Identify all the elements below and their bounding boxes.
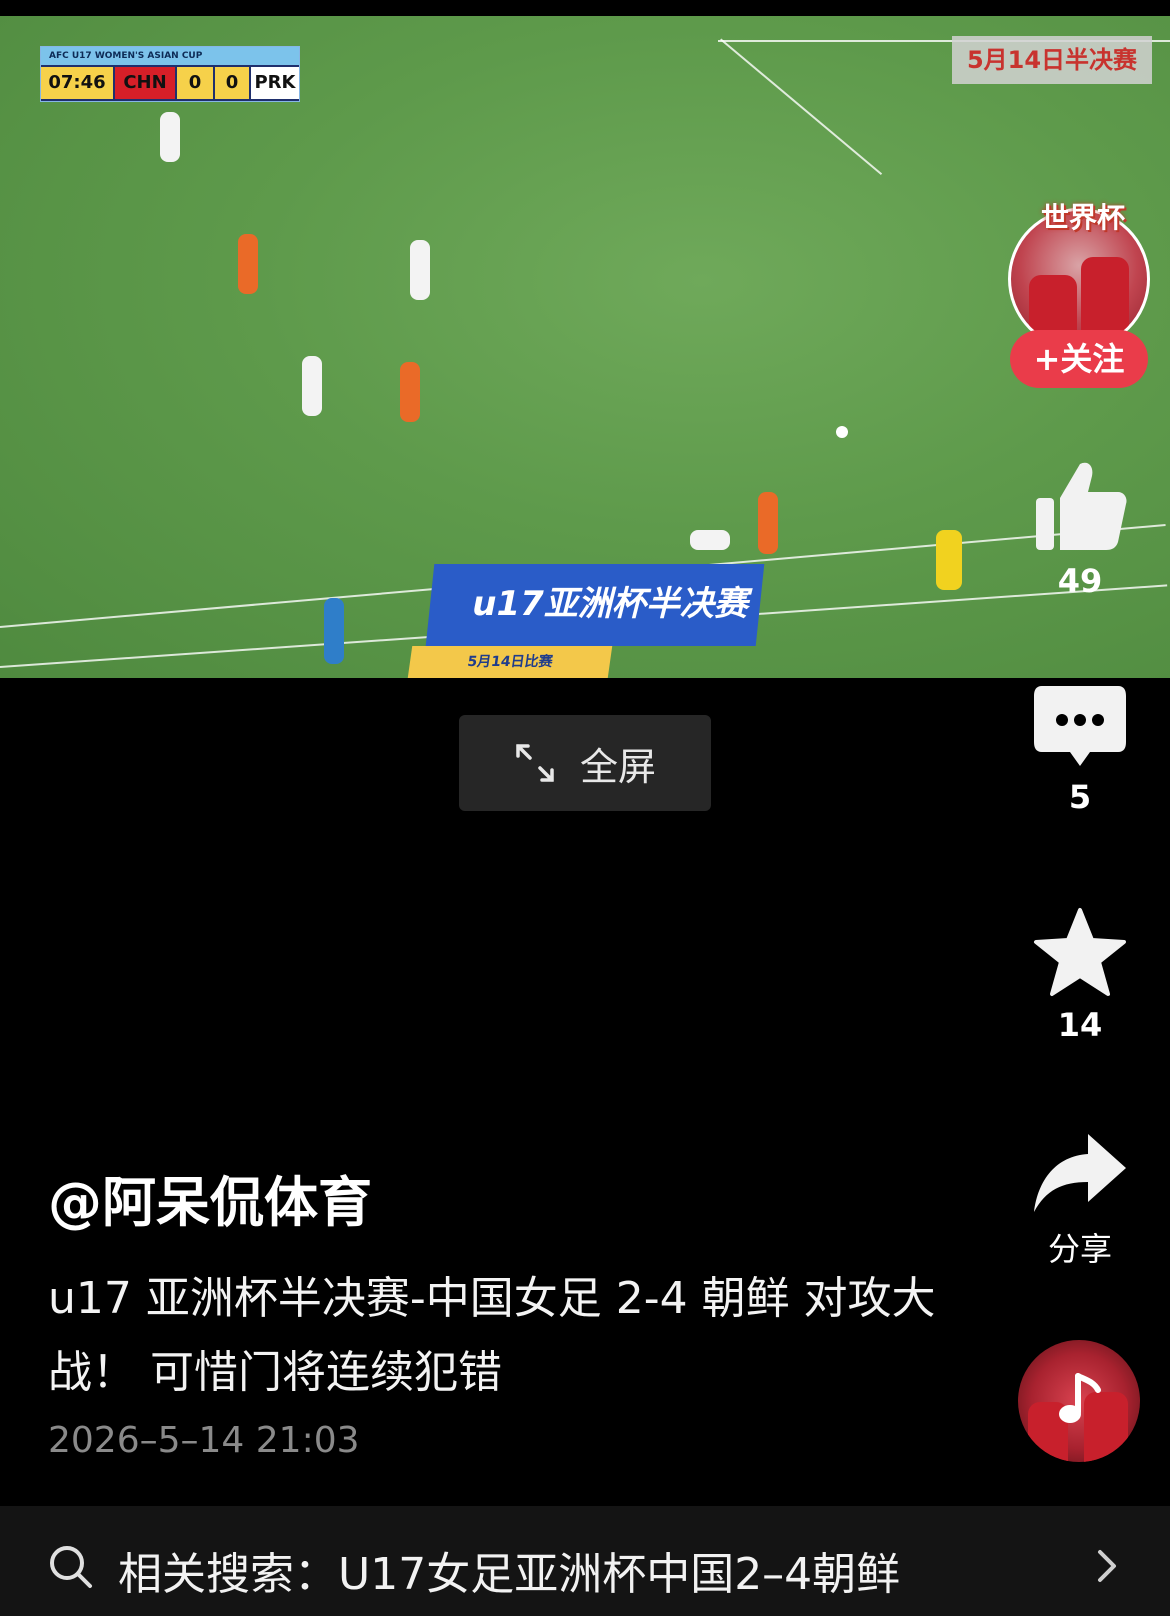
follow-button[interactable]: +关注 (1010, 330, 1148, 388)
comment-count: 5 (1068, 778, 1092, 816)
expand-icon (516, 744, 554, 782)
player-white (302, 356, 322, 416)
pitch-line (720, 38, 883, 175)
player-orange (238, 234, 258, 294)
corner-date-tag: 5月14日半决赛 (952, 36, 1152, 84)
favorite-button[interactable]: 14 (1020, 906, 1140, 1044)
like-count: 49 (1057, 562, 1103, 600)
player-white (690, 530, 730, 550)
football (836, 426, 848, 438)
music-note-icon (1059, 1373, 1101, 1423)
video-player[interactable]: AFC U17 WOMEN'S ASIAN CUP 07:46 CHN 0 0 … (0, 16, 1170, 678)
player-orange (758, 492, 778, 554)
scoreboard: AFC U17 WOMEN'S ASIAN CUP 07:46 CHN 0 0 … (40, 46, 300, 102)
player-white (160, 112, 180, 162)
star-icon (1034, 908, 1126, 996)
banner-title: u17亚洲杯半决赛 (472, 584, 748, 624)
top-status-strip (0, 0, 1170, 16)
match-clock: 07:46 (41, 67, 113, 99)
chevron-right-icon[interactable] (1092, 1546, 1122, 1586)
thumbs-up-icon (1036, 462, 1127, 550)
player-orange (400, 362, 420, 422)
fullscreen-label: 全屏 (579, 744, 656, 789)
author-name[interactable]: @阿呆侃体育 (48, 1158, 372, 1237)
away-team: PRK (251, 67, 299, 99)
referee (936, 530, 962, 590)
official-blue (324, 598, 344, 664)
post-caption: u17 亚洲杯半决赛-中国女足 2-4 朝鲜 对攻大战！ 可惜门将连续犯错 (48, 1273, 936, 1398)
search-icon (50, 1546, 92, 1588)
away-score: 0 (215, 67, 249, 99)
post-timestamp: 2026–5–14 21:03 (48, 1420, 360, 1461)
comment-button[interactable]: 5 (1020, 684, 1140, 816)
player-white (410, 240, 430, 300)
favorite-count: 14 (1057, 1006, 1103, 1044)
share-button[interactable]: 分享 (1020, 1130, 1140, 1270)
scoreboard-tournament: AFC U17 WOMEN'S ASIAN CUP (41, 47, 299, 65)
banner-date: 5月14日比赛 (407, 646, 613, 678)
related-search-label[interactable]: 相关搜索：U17女足亚洲杯中国2–4朝鲜 (118, 1538, 900, 1602)
like-button[interactable]: 49 (1020, 458, 1140, 600)
home-score: 0 (177, 67, 213, 99)
comment-icon (1034, 686, 1126, 766)
fullscreen-button[interactable]: 全屏 (459, 715, 711, 811)
avatar-badge: 世界杯 (1040, 201, 1125, 234)
home-team: CHN (115, 67, 175, 99)
share-arrow-icon (1034, 1134, 1126, 1212)
share-label: 分享 (1047, 1230, 1112, 1268)
